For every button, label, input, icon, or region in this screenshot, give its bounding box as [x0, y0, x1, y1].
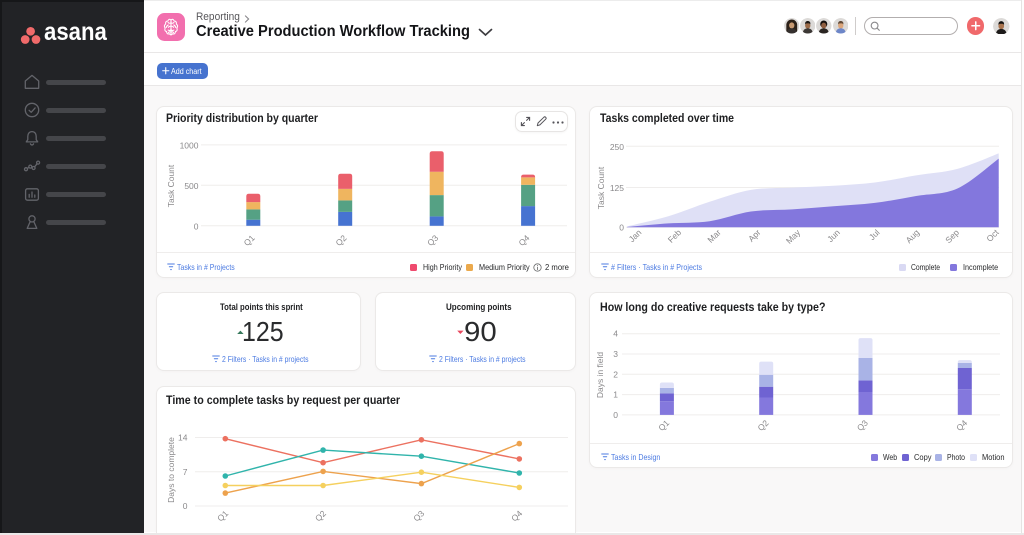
svg-text:250: 250: [610, 141, 624, 151]
svg-text:Q3: Q3: [855, 417, 870, 432]
svg-text:Q4: Q4: [516, 232, 531, 247]
svg-text:500: 500: [184, 180, 198, 190]
svg-text:1000: 1000: [180, 140, 199, 150]
svg-text:0: 0: [613, 409, 618, 419]
svg-text:Q2: Q2: [334, 232, 349, 247]
svg-text:7: 7: [183, 466, 188, 476]
svg-text:Oct: Oct: [984, 226, 1001, 243]
svg-text:125: 125: [610, 183, 624, 193]
svg-text:14: 14: [178, 432, 188, 442]
svg-text:3: 3: [613, 349, 618, 359]
svg-text:0: 0: [619, 222, 624, 232]
svg-text:Mar: Mar: [705, 227, 723, 245]
svg-text:Feb: Feb: [666, 227, 684, 245]
svg-text:Jul: Jul: [867, 227, 882, 242]
svg-text:Apr: Apr: [746, 227, 763, 244]
svg-text:Jan: Jan: [627, 227, 644, 244]
svg-text:Days in field: Days in field: [595, 351, 605, 398]
svg-text:Task Count: Task Count: [596, 166, 606, 209]
svg-text:Days to complete: Days to complete: [166, 436, 176, 502]
svg-text:Jun: Jun: [825, 227, 842, 244]
svg-text:Q1: Q1: [215, 508, 230, 523]
svg-text:Q3: Q3: [411, 508, 426, 523]
svg-text:Q4: Q4: [954, 417, 969, 432]
svg-text:0: 0: [183, 501, 188, 511]
svg-text:Sep: Sep: [943, 227, 961, 245]
svg-text:4: 4: [613, 328, 618, 338]
svg-text:2: 2: [613, 369, 618, 379]
svg-text:Q4: Q4: [509, 508, 524, 523]
svg-text:Q1: Q1: [242, 232, 257, 247]
svg-text:Task Count: Task Count: [166, 164, 176, 207]
svg-text:Q2: Q2: [756, 417, 771, 432]
svg-text:1: 1: [613, 389, 618, 399]
svg-text:Aug: Aug: [904, 227, 922, 245]
svg-text:May: May: [784, 226, 803, 245]
svg-text:0: 0: [194, 221, 199, 231]
svg-text:Q3: Q3: [425, 232, 440, 247]
svg-text:Q1: Q1: [656, 417, 671, 432]
svg-text:Q2: Q2: [313, 508, 328, 523]
